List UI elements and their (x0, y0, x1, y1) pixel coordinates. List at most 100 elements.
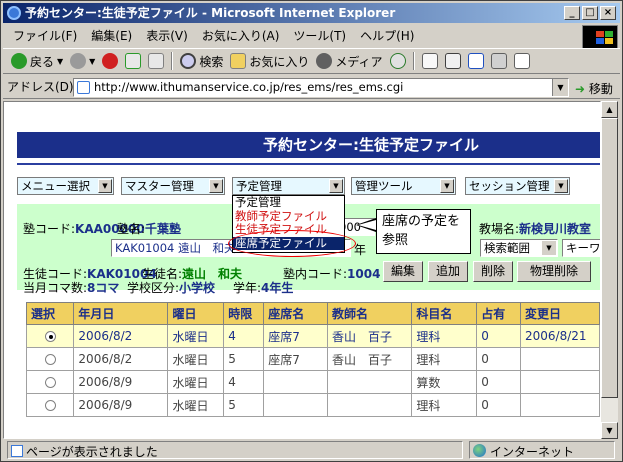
cell-seat (263, 370, 328, 394)
print-icon[interactable] (444, 53, 461, 69)
menu-edit[interactable]: 編集(E) (91, 27, 132, 44)
search-range-select[interactable]: 検索範囲 ▼ (480, 239, 558, 257)
radio-icon (44, 354, 56, 365)
grade-value: 4年生 (261, 281, 294, 295)
toolbar-separator (412, 52, 415, 70)
scroll-up-icon[interactable]: ▲ (601, 101, 618, 118)
media-label: メディア (335, 54, 383, 69)
keyword-input[interactable]: キーワ (562, 239, 600, 257)
edit-icon[interactable] (467, 53, 484, 69)
cell-seat: 座席7 (263, 347, 328, 371)
forward-button[interactable]: ▼ (70, 53, 95, 69)
favorites-button[interactable]: お気に入り (230, 53, 309, 70)
master-select[interactable]: マスター管理 ▼ (121, 177, 225, 195)
cell-subject: 算数 (411, 370, 478, 394)
row-radio[interactable] (25, 324, 75, 348)
physical-delete-button[interactable]: 物理削除 (517, 261, 591, 282)
back-dropdown-icon: ▼ (57, 56, 64, 66)
address-input[interactable]: http://www.ithumanservice.co.jp/res_ems/… (73, 78, 569, 97)
search-button[interactable]: 検索 (180, 53, 223, 70)
chevron-down-icon: ▼ (98, 179, 112, 193)
cell-occupied: 0 (476, 324, 521, 348)
cell-period: 5 (223, 347, 265, 371)
table-row[interactable]: 2006/8/9 水曜日 4 算数 0 (25, 370, 600, 394)
cell-occupied: 0 (476, 370, 521, 394)
cell-weekday: 水曜日 (167, 324, 225, 348)
row-radio[interactable] (25, 347, 75, 371)
home-icon[interactable] (148, 53, 165, 69)
menu-help[interactable]: ヘルプ(H) (360, 27, 414, 44)
menu-file[interactable]: ファイル(F) (13, 27, 77, 44)
scroll-thumb[interactable] (601, 118, 618, 398)
table-row[interactable]: 2006/8/2 水曜日 4 座席7 香山 百子 理科 0 2006/8/21 (25, 324, 600, 348)
col-changed: 変更日 (520, 302, 600, 325)
cell-period: 4 (223, 370, 265, 394)
row-radio[interactable] (25, 393, 75, 417)
maximize-button[interactable]: □ (582, 6, 598, 20)
radio-icon (44, 377, 56, 388)
table-row[interactable]: 2006/8/2 水曜日 5 座席7 香山 百子 理科 0 (25, 347, 600, 371)
page-done-icon (11, 445, 23, 457)
dropdown-item[interactable]: 教師予定ファイル (233, 209, 344, 224)
toolbar-separator (171, 52, 174, 70)
page-content: 予約センター:生徒予定ファイル メニュー選択 ▼ マスター管理 ▼ 予定管理 ▼… (3, 101, 601, 439)
cell-date: 2006/8/2 (73, 324, 169, 348)
close-button[interactable]: × (600, 6, 616, 20)
monthly-count-label: 当月コマ数: (23, 281, 88, 295)
vertical-scrollbar[interactable]: ▲ ▼ (601, 101, 618, 439)
delete-button[interactable]: 削除 (473, 261, 513, 282)
go-button[interactable]: ➜ 移動 (575, 80, 613, 97)
cell-occupied: 0 (476, 347, 521, 371)
row-radio[interactable] (25, 370, 75, 394)
menu-bar: ファイル(F) 編集(E) 表示(V) お気に入り(A) ツール(T) ヘルプ(… (3, 25, 578, 45)
add-button[interactable]: 追加 (428, 261, 468, 282)
session-select[interactable]: セッション管理 ▼ (465, 177, 570, 195)
school-type-label: 学校区分: (127, 281, 180, 295)
tools-select[interactable]: 管理ツール ▼ (351, 177, 456, 195)
menu-select[interactable]: メニュー選択 ▼ (17, 177, 114, 195)
windows-logo-icon (582, 25, 618, 49)
search-label: 検索 (199, 54, 224, 69)
research-icon[interactable] (513, 53, 530, 69)
cell-changed (520, 393, 600, 417)
discuss-icon[interactable] (490, 53, 507, 69)
go-label: 移動 (588, 82, 613, 96)
table-header-row: 選択 年月日 曜日 時限 座席名 教師名 科目名 占有 変更日 (25, 302, 600, 325)
schedule-table: 選択 年月日 曜日 時限 座席名 教師名 科目名 占有 変更日 2006/8/2… (25, 302, 600, 417)
callout-pointer-fill (358, 220, 376, 230)
cell-weekday: 水曜日 (167, 347, 225, 371)
student-select-value: KAK01004 遠山 和夫 (115, 241, 236, 255)
address-dropdown-icon[interactable]: ▼ (552, 79, 568, 96)
scroll-down-icon[interactable]: ▼ (601, 422, 618, 439)
back-label: 戻る (30, 54, 55, 69)
back-arrow-icon (11, 53, 27, 69)
table-row[interactable]: 2006/8/9 水曜日 5 理科 0 (25, 393, 600, 417)
zone-panel: インターネット (469, 441, 615, 459)
dropdown-item[interactable]: 予定管理 (233, 195, 344, 210)
minimize-button[interactable]: _ (564, 6, 580, 20)
mail-icon[interactable] (421, 53, 438, 69)
session-select-label: セッション管理 (469, 179, 550, 193)
back-button[interactable]: 戻る ▼ (11, 53, 63, 70)
cell-changed (520, 347, 600, 371)
menu-view[interactable]: 表示(V) (146, 27, 188, 44)
internal-code-value: 1004 (347, 267, 381, 281)
favorites-icon (230, 53, 247, 69)
school-name-value: 千葉塾 (145, 222, 182, 236)
col-weekday: 曜日 (167, 302, 225, 325)
zone-text: インターネット (490, 445, 575, 459)
stop-icon[interactable] (102, 53, 119, 69)
menu-favorites[interactable]: お気に入り(A) (202, 27, 280, 44)
school-code-label: 塾コード: (23, 222, 76, 236)
col-seat: 座席名 (263, 302, 328, 325)
callout-note: 座席の予定を参照 (376, 209, 471, 254)
edit-button[interactable]: 編集 (383, 261, 423, 282)
cell-period: 5 (223, 393, 265, 417)
media-button[interactable]: メディア (316, 53, 383, 70)
ie-logo-icon (7, 6, 21, 20)
history-icon[interactable] (389, 53, 406, 69)
col-select: 選択 (25, 302, 75, 325)
schedule-select[interactable]: 予定管理 ▼ (232, 177, 345, 195)
menu-tools[interactable]: ツール(T) (293, 27, 346, 44)
refresh-icon[interactable] (125, 53, 142, 69)
